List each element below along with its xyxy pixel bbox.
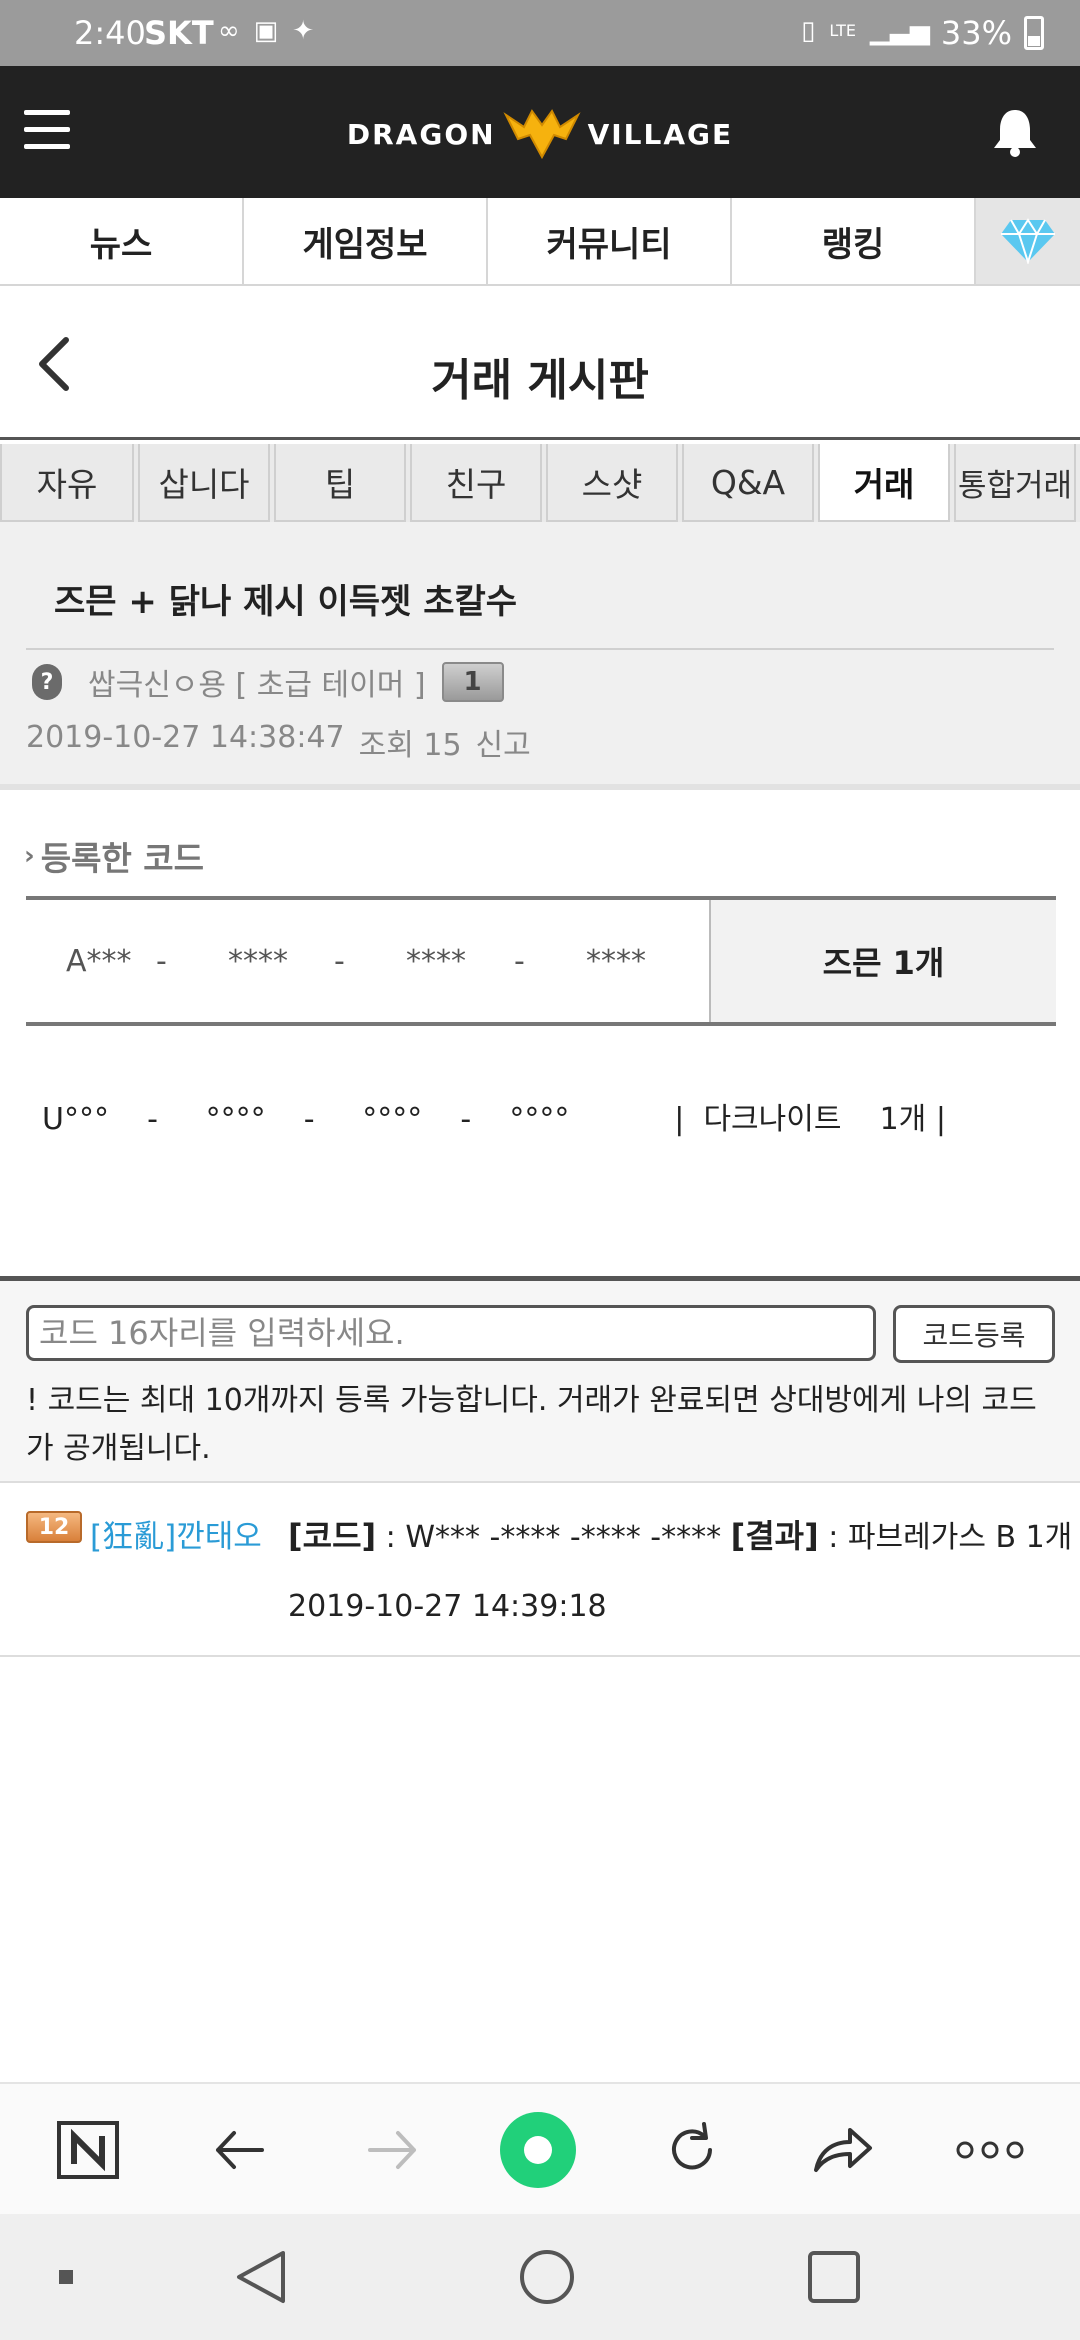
whale-home-icon[interactable]	[496, 2108, 580, 2192]
board-header: 거래 게시판	[0, 288, 1080, 440]
code-note: U°°° - °°°° - °°°° - °°°° | 다크나이트 1개 |	[42, 1102, 946, 1137]
status-carrier: SKT	[144, 14, 214, 52]
registered-code-heading: › 등록한 코드	[24, 832, 204, 880]
notice-text: ! 코드는 최대 10개까지 등록 가능합니다. 거래가 완료되면 상대방에게 …	[26, 1383, 1037, 1466]
author-name[interactable]: 쌉극신ㅇ용 [ 초급 테이머 ]	[88, 660, 426, 704]
report-link[interactable]: 신고	[476, 720, 531, 764]
forward-arrow-icon[interactable]	[356, 2114, 428, 2186]
tab-screenshot[interactable]: 스샷	[546, 444, 678, 522]
system-nav-bar	[0, 2214, 1080, 2340]
section-label: 등록한 코드	[40, 839, 205, 878]
code-register-area: 코드등록 ! 코드는 최대 10개까지 등록 가능합니다. 거래가 완료되면 상…	[0, 1281, 1080, 1481]
reward-cell: 즈믄 1개	[711, 900, 1056, 1022]
code-part: ****	[228, 943, 288, 979]
signal-icon: ▁▃▅	[870, 16, 930, 46]
lte-icon: LTE	[829, 21, 856, 40]
code-separator: -	[156, 943, 167, 979]
code-separator: -	[514, 943, 525, 979]
code-part: ****	[406, 943, 466, 979]
battery-icon	[1024, 16, 1044, 50]
dragon-emblem-icon	[502, 109, 581, 160]
nav-ranking[interactable]: 랭킹	[732, 198, 976, 284]
comment-code: : W*** -**** -**** -****	[376, 1520, 731, 1555]
diamond-icon[interactable]	[976, 198, 1080, 284]
masked-code: A*** - **** - **** - ****	[26, 900, 711, 1022]
sneaker-icon: ✦	[292, 16, 315, 46]
comment-result: : 파브레가스 B 1개	[818, 1520, 1073, 1555]
code-table: A*** - **** - **** - **** 즈믄 1개	[26, 896, 1056, 1026]
question-badge-icon: ?	[32, 664, 62, 700]
refresh-icon[interactable]	[656, 2114, 728, 2186]
post-meta: 2019-10-27 14:38:47 조회 15 신고	[26, 720, 531, 764]
tab-buy[interactable]: 삽니다	[138, 444, 270, 522]
browser-toolbar	[0, 2082, 1080, 2214]
comment-content: [코드] : W*** -**** -**** -**** [결과] : 파브레…	[288, 1511, 1072, 1557]
square-dot-icon[interactable]	[34, 2244, 98, 2310]
code-label: [코드]	[288, 1517, 377, 1555]
level-badge: 1	[441, 662, 504, 702]
comment-user[interactable]: [狂亂]깐태오	[90, 1511, 262, 1556]
nav-home-icon[interactable]	[514, 2244, 580, 2310]
code-part: A***	[66, 943, 132, 979]
back-arrow-icon[interactable]	[204, 2114, 276, 2186]
dragon-village-logo[interactable]: DRAGON VILLAGE	[340, 104, 740, 164]
status-right-icons: ▯ LTE ▁▃▅	[801, 14, 930, 48]
tab-free[interactable]: 자유	[0, 444, 134, 522]
code-separator: -	[334, 943, 345, 979]
post-header: 즈믄 + 닭나 제시 이득젯 초칼수 ? 쌉극신ㅇ용 [ 초급 테이머 ] 1 …	[0, 522, 1080, 790]
tab-qa[interactable]: Q&A	[682, 444, 814, 522]
result-label: [결과]	[730, 1517, 819, 1555]
code-part: ****	[586, 943, 646, 979]
logo-word-right: VILLAGE	[587, 117, 734, 151]
divider	[26, 648, 1054, 650]
tab-tip[interactable]: 팁	[274, 444, 406, 522]
naver-home-icon[interactable]	[52, 2114, 124, 2186]
nav-back-icon[interactable]	[228, 2244, 294, 2310]
level-badge: 12	[26, 1511, 82, 1543]
more-icon[interactable]	[954, 2114, 1026, 2186]
post-views: 조회 15	[358, 728, 462, 763]
battery-percent: 33%	[940, 14, 1012, 52]
post-datetime: 2019-10-27 14:38:47	[26, 720, 345, 755]
status-left-icons: ∞ ▣ ✦	[218, 14, 314, 48]
vibrate-icon: ▯	[801, 16, 816, 46]
post-title: 즈믄 + 닭나 제시 이득젯 초칼수	[54, 582, 518, 622]
status-time: 2:40	[74, 14, 146, 52]
nav-news[interactable]: 뉴스	[0, 198, 244, 284]
tab-integrated-trade[interactable]: 통합거래	[954, 444, 1076, 522]
author-row: ? 쌉극신ㅇ용 [ 초급 테이머 ] 1	[32, 660, 504, 704]
hamburger-icon[interactable]	[24, 110, 70, 150]
register-code-button[interactable]: 코드등록	[893, 1305, 1055, 1363]
page-title: 거래 게시판	[431, 355, 649, 406]
bell-icon[interactable]	[990, 106, 1040, 158]
chevron-right-icon: ›	[24, 841, 35, 871]
tab-friend[interactable]: 친구	[410, 444, 542, 522]
nav-community[interactable]: 커뮤니티	[488, 198, 732, 284]
category-tabs: 자유 삽니다 팁 친구 스샷 Q&A 거래 통합거래	[0, 444, 1080, 522]
code-input[interactable]	[26, 1305, 876, 1361]
tab-trade[interactable]: 거래	[818, 444, 950, 522]
glasses-icon: ∞	[218, 16, 240, 46]
logo-word-left: DRAGON	[346, 117, 496, 151]
comment-datetime: 2019-10-27 14:39:18	[288, 1589, 607, 1624]
nav-game-info[interactable]: 게임정보	[244, 198, 488, 284]
nav-recents-icon[interactable]	[801, 2244, 867, 2310]
status-bar: 2:40 SKT ∞ ▣ ✦ ▯ LTE ▁▃▅ 33%	[0, 0, 1080, 66]
main-nav: 뉴스 게임정보 커뮤니티 랭킹	[0, 198, 1080, 286]
image-icon: ▣	[253, 16, 279, 46]
list-item: 12 [狂亂]깐태오 [코드] : W*** -**** -**** -****…	[0, 1481, 1080, 1657]
app-header: DRAGON VILLAGE	[0, 66, 1080, 198]
share-icon[interactable]	[806, 2114, 878, 2186]
